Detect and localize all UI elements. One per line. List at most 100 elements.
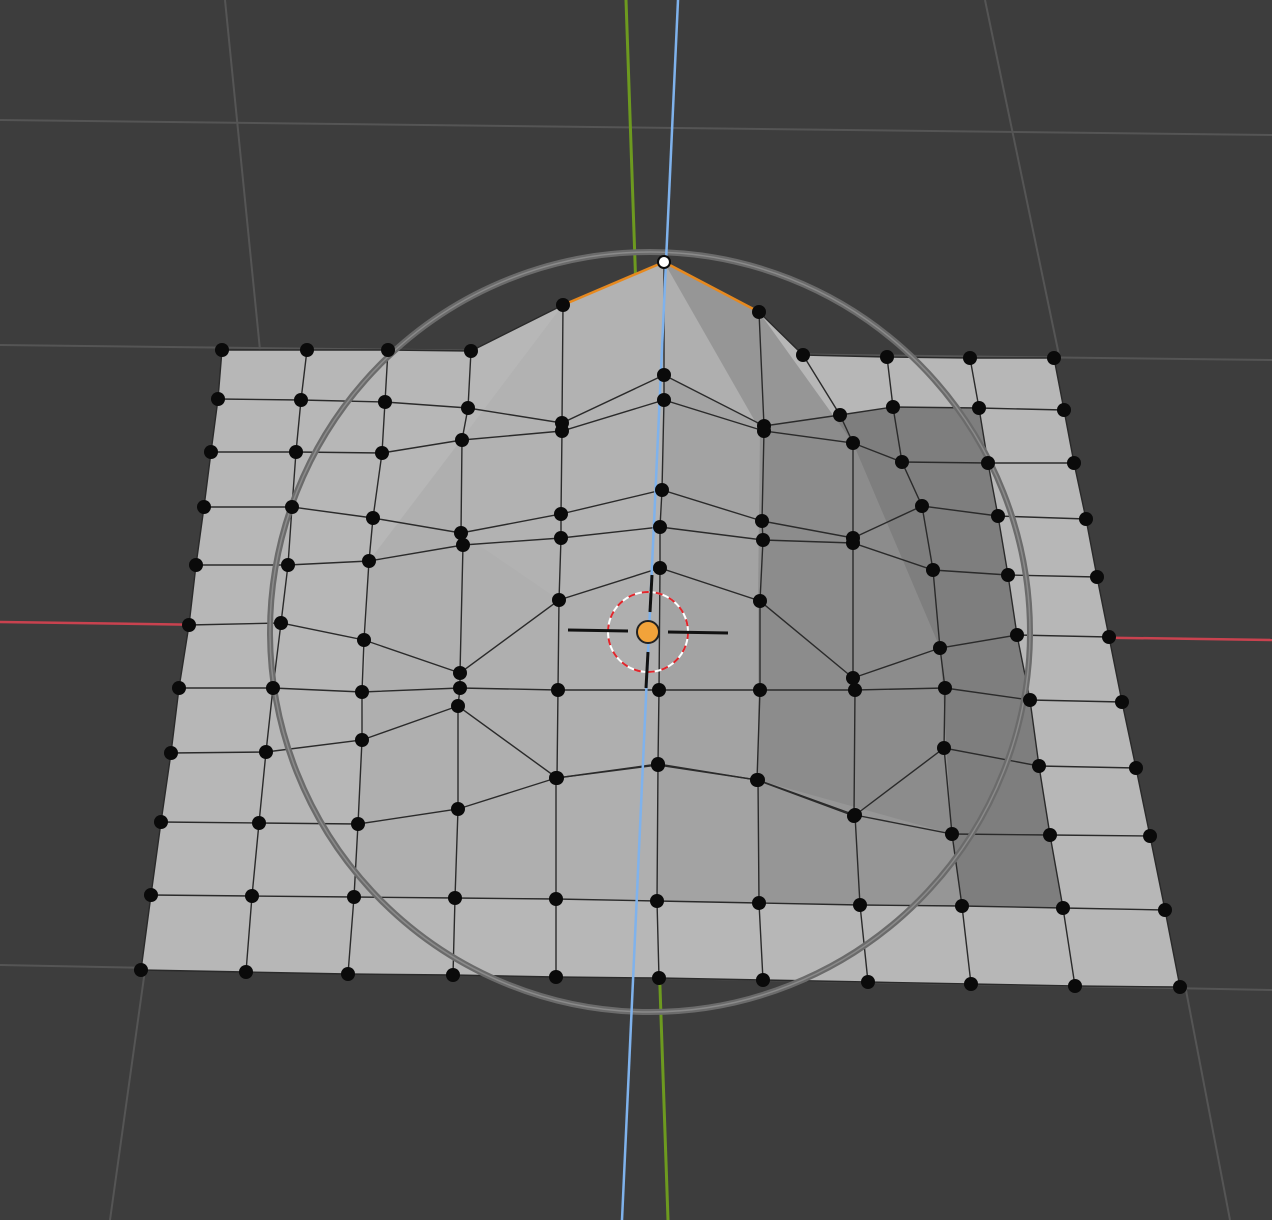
vertex[interactable] [655, 483, 669, 497]
vertex[interactable] [653, 520, 667, 534]
vertex[interactable] [551, 683, 565, 697]
vertex[interactable] [454, 526, 468, 540]
vertex[interactable] [751, 773, 765, 787]
vertex[interactable] [464, 344, 478, 358]
viewport-canvas[interactable] [0, 0, 1272, 1220]
vertex[interactable] [1158, 903, 1172, 917]
vertex[interactable] [1079, 512, 1093, 526]
vertex[interactable] [252, 816, 266, 830]
object-origin-icon[interactable] [636, 620, 660, 644]
vertex[interactable] [554, 507, 568, 521]
vertex[interactable] [556, 298, 570, 312]
vertex[interactable] [926, 563, 940, 577]
vertex[interactable] [289, 445, 303, 459]
vertex[interactable] [1057, 403, 1071, 417]
vertex[interactable] [1043, 828, 1057, 842]
vertex[interactable] [451, 699, 465, 713]
vertex[interactable] [1010, 628, 1024, 642]
vertex[interactable] [756, 973, 770, 987]
vertex[interactable] [833, 408, 847, 422]
vertex[interactable] [846, 536, 860, 550]
vertex[interactable] [886, 400, 900, 414]
vertex[interactable] [846, 436, 860, 450]
vertex[interactable] [1102, 630, 1116, 644]
vertex[interactable] [650, 894, 664, 908]
vertex[interactable] [300, 343, 314, 357]
vertex[interactable] [357, 633, 371, 647]
3d-viewport[interactable] [0, 0, 1272, 1220]
vertex[interactable] [757, 424, 771, 438]
vertex[interactable] [381, 343, 395, 357]
vertex[interactable] [453, 681, 467, 695]
vertex[interactable] [448, 891, 462, 905]
vertex[interactable] [294, 393, 308, 407]
vertex[interactable] [1047, 351, 1061, 365]
vertex[interactable] [945, 827, 959, 841]
vertex[interactable] [351, 817, 365, 831]
vertex[interactable] [755, 514, 769, 528]
vertex[interactable] [355, 733, 369, 747]
vertex[interactable] [182, 618, 196, 632]
vertex[interactable] [144, 888, 158, 902]
vertex[interactable] [796, 348, 810, 362]
vertex[interactable] [756, 533, 770, 547]
vertex[interactable] [937, 741, 951, 755]
vertex[interactable] [274, 616, 288, 630]
vertex[interactable] [211, 392, 225, 406]
vertex[interactable] [981, 456, 995, 470]
vertex[interactable] [285, 500, 299, 514]
vertex[interactable] [991, 509, 1005, 523]
vertex[interactable] [955, 899, 969, 913]
vertex[interactable] [1032, 759, 1046, 773]
vertex[interactable] [281, 558, 295, 572]
vertex[interactable] [1115, 695, 1129, 709]
vertex[interactable] [861, 975, 875, 989]
vertex[interactable] [549, 771, 563, 785]
vertex[interactable] [848, 808, 862, 822]
vertex[interactable] [375, 446, 389, 460]
vertex[interactable] [652, 971, 666, 985]
vertex[interactable] [1067, 456, 1081, 470]
vertex[interactable] [378, 395, 392, 409]
vertex[interactable] [657, 393, 671, 407]
vertex[interactable] [963, 351, 977, 365]
vertex[interactable] [362, 554, 376, 568]
vertex[interactable] [1068, 979, 1082, 993]
vertex[interactable] [1173, 980, 1187, 994]
vertex[interactable] [1090, 570, 1104, 584]
vertex[interactable] [154, 815, 168, 829]
vertex[interactable] [134, 963, 148, 977]
vertex[interactable] [846, 671, 860, 685]
vertex[interactable] [895, 455, 909, 469]
vertex[interactable] [653, 561, 667, 575]
vertex[interactable] [259, 745, 273, 759]
vertex[interactable] [347, 890, 361, 904]
vertex[interactable] [1023, 693, 1037, 707]
vertex[interactable] [204, 445, 218, 459]
vertex[interactable] [1129, 761, 1143, 775]
vertex[interactable] [880, 350, 894, 364]
vertex[interactable] [245, 889, 259, 903]
vertex[interactable] [938, 681, 952, 695]
vertex[interactable] [853, 898, 867, 912]
vertex[interactable] [964, 977, 978, 991]
vertex[interactable] [453, 666, 467, 680]
vertex[interactable] [972, 401, 986, 415]
vertex[interactable] [753, 683, 767, 697]
vertex[interactable] [753, 594, 767, 608]
vertex[interactable] [752, 896, 766, 910]
vertex[interactable] [1143, 829, 1157, 843]
vertex[interactable] [355, 685, 369, 699]
vertex[interactable] [752, 305, 766, 319]
vertex[interactable] [164, 746, 178, 760]
vertex[interactable] [341, 967, 355, 981]
vertex[interactable] [657, 368, 671, 382]
vertex[interactable] [461, 401, 475, 415]
vertex[interactable] [266, 681, 280, 695]
vertex[interactable] [555, 424, 569, 438]
vertex[interactable] [197, 500, 211, 514]
vertex[interactable] [549, 970, 563, 984]
vertex[interactable] [915, 499, 929, 513]
vertex[interactable] [652, 683, 666, 697]
vertex[interactable] [451, 802, 465, 816]
